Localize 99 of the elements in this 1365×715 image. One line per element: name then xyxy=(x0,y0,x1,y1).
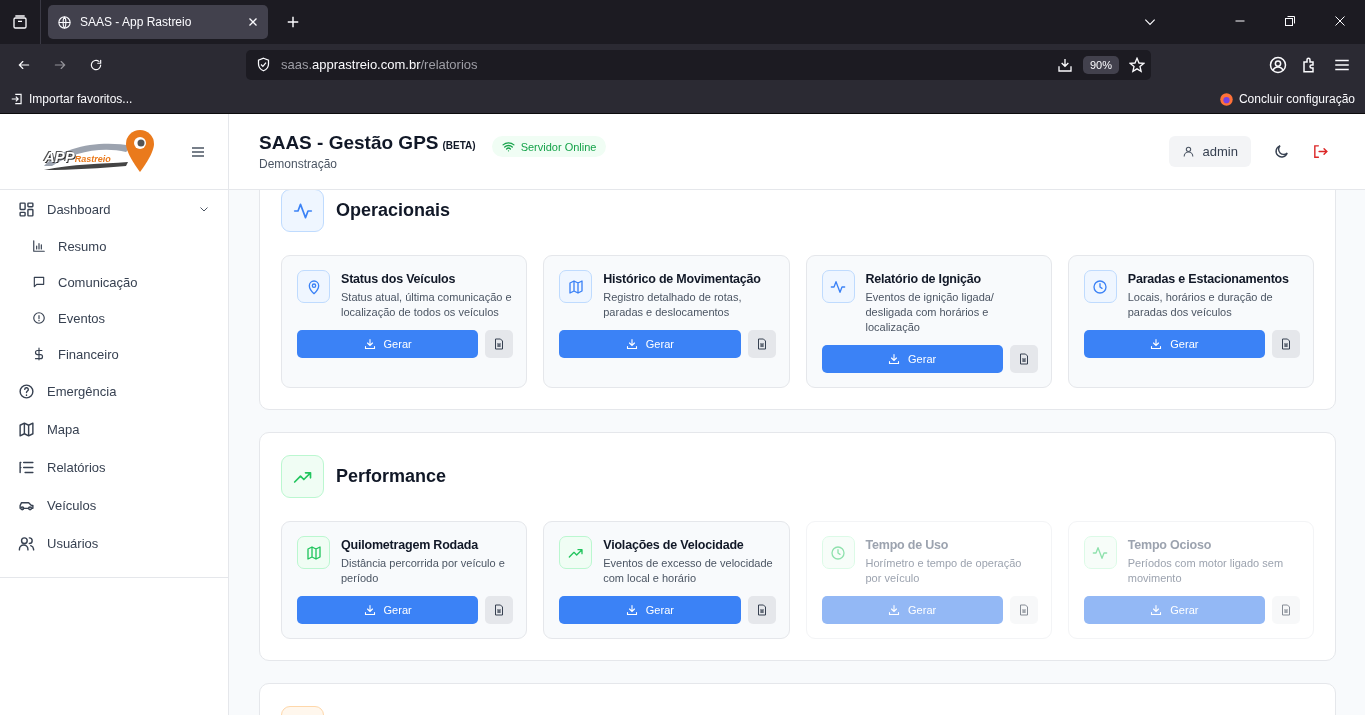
report-title: Tempo Ocioso xyxy=(1127,538,1213,552)
spreadsheet-icon xyxy=(755,604,768,616)
generate-button[interactable]: Gerar xyxy=(1083,330,1265,358)
export-button[interactable] xyxy=(485,596,514,624)
generate-button[interactable]: Gerar xyxy=(559,596,741,624)
star-icon[interactable] xyxy=(1129,56,1145,73)
alert-icon xyxy=(32,311,46,325)
wifi-icon xyxy=(501,140,515,153)
report-title: Violações de Velocidade xyxy=(603,538,745,552)
download-icon[interactable] xyxy=(1056,56,1073,73)
export-button[interactable] xyxy=(1009,345,1038,373)
subtitle: Demonstração xyxy=(259,157,339,171)
generate-button[interactable]: Gerar xyxy=(559,330,741,358)
sidebar-item[interactable]: Veículos xyxy=(0,486,228,524)
download-icon xyxy=(363,338,376,350)
report-description: Períodos com motor ligado sem movimento xyxy=(1127,556,1285,586)
spreadsheet-icon xyxy=(1017,604,1030,616)
generate-button[interactable]: Gerar xyxy=(297,330,479,358)
bars-icon xyxy=(32,239,46,253)
sidebar-subitem[interactable]: Comunicação xyxy=(0,264,228,300)
sidebar-item[interactable]: Dashboard xyxy=(0,190,228,228)
logout-icon[interactable] xyxy=(1312,143,1329,160)
help-icon xyxy=(18,382,35,400)
clock-icon xyxy=(1092,278,1109,295)
grid-icon xyxy=(18,200,35,218)
download-icon xyxy=(363,604,376,616)
address-bar[interactable]: saas.apprastreio.com.br/relatorios 90% xyxy=(246,49,1151,80)
close-icon[interactable] xyxy=(247,16,259,28)
restore-icon[interactable] xyxy=(1284,15,1296,27)
firefox-icon xyxy=(1218,91,1234,107)
report-title: Relatório de Ignição xyxy=(865,272,982,286)
report-title: Paradas e Estacionamentos xyxy=(1127,272,1290,286)
sidebar-item[interactable]: Mapa xyxy=(0,410,228,448)
user-icon xyxy=(1181,145,1195,158)
clock-icon xyxy=(830,544,846,561)
download-icon xyxy=(625,338,638,350)
sidebar-item[interactable]: Emergência xyxy=(0,372,228,410)
download-icon xyxy=(1150,338,1163,350)
download-icon xyxy=(888,353,901,365)
report-description: Eventos de ignição ligada/ desligada com horários e localização xyxy=(865,290,995,335)
moon-icon[interactable] xyxy=(1273,143,1290,160)
users-icon xyxy=(18,534,35,552)
download-icon xyxy=(1150,604,1163,616)
server-status: Servidor Online xyxy=(491,136,607,157)
app-title: SAAS - Gestão GPS xyxy=(259,132,439,153)
map-icon xyxy=(567,278,584,295)
report-description: Locais, horários e duração de paradas dos veículos xyxy=(1127,290,1274,320)
download-icon xyxy=(888,604,901,616)
setup-link[interactable]: Concluir configuração xyxy=(1218,91,1355,107)
pulse-icon xyxy=(830,278,846,295)
section-title: Operacionais xyxy=(336,200,451,221)
user-button[interactable]: admin xyxy=(1168,136,1251,167)
report-description: Horímetro e tempo de operação por veículo xyxy=(865,556,1023,586)
beta-label: (BETA) xyxy=(442,140,476,151)
account-icon[interactable] xyxy=(1269,55,1287,74)
dollar-icon xyxy=(32,347,46,361)
pulse-icon xyxy=(1092,544,1109,561)
generate-button[interactable]: Gerar xyxy=(821,345,1003,373)
tab-list-icon[interactable] xyxy=(12,14,28,30)
chat-icon xyxy=(32,275,46,289)
spreadsheet-icon xyxy=(493,604,506,616)
report-description: Status atual, última comunicação e localização de todos os veículos xyxy=(341,290,513,320)
report-title: Histórico de Movimentação xyxy=(603,272,762,286)
report-title: Status dos Veículos xyxy=(341,272,457,286)
report-title: Quilometragem Rodada xyxy=(341,538,480,552)
generate-button[interactable]: Gerar xyxy=(297,596,479,624)
map-icon xyxy=(18,420,35,438)
shield-icon xyxy=(256,57,271,72)
spreadsheet-icon xyxy=(1280,338,1292,350)
close-window-icon[interactable] xyxy=(1334,15,1346,27)
sidebar-subitem[interactable]: Resumo xyxy=(0,228,228,264)
spreadsheet-icon xyxy=(755,338,768,350)
globe-icon xyxy=(57,14,72,30)
download-icon xyxy=(625,604,638,616)
spreadsheet-icon xyxy=(493,338,506,350)
export-button[interactable] xyxy=(747,596,776,624)
section-title: Performance xyxy=(336,466,447,487)
browser-tab[interactable]: SAAS - App Rastreio xyxy=(48,5,268,39)
new-tab-icon[interactable] xyxy=(286,15,300,29)
export-button[interactable] xyxy=(485,330,514,358)
sidebar-subitem[interactable]: Eventos xyxy=(0,300,228,336)
sidebar-subitem[interactable]: Financeiro xyxy=(0,336,228,372)
export-button[interactable] xyxy=(1272,330,1300,358)
report-description: Registro detalhado de rotas, paradas e deslocamentos xyxy=(603,290,743,320)
map-icon xyxy=(305,544,322,561)
sidebar-item[interactable]: Relatórios xyxy=(0,448,228,486)
export-button[interactable] xyxy=(747,330,776,358)
report-description: Eventos de excesso de velocidade com local e horário xyxy=(603,556,774,586)
sidebar-item[interactable]: Usuários xyxy=(0,524,228,562)
import-icon xyxy=(10,92,24,106)
zoom-level[interactable]: 90% xyxy=(1082,55,1119,74)
bookmark-item[interactable]: Importar favoritos... xyxy=(10,92,133,106)
report-description: Distância percorrida por veículo e período xyxy=(341,556,506,586)
logo-text: APPRastreio xyxy=(44,147,111,165)
url-text: saas.apprastreio.com.br/relatorios xyxy=(281,57,479,72)
report-title: Tempo de Uso xyxy=(865,538,950,552)
spreadsheet-icon xyxy=(1280,604,1292,616)
pulse-icon xyxy=(292,200,313,221)
spreadsheet-icon xyxy=(1017,353,1030,365)
